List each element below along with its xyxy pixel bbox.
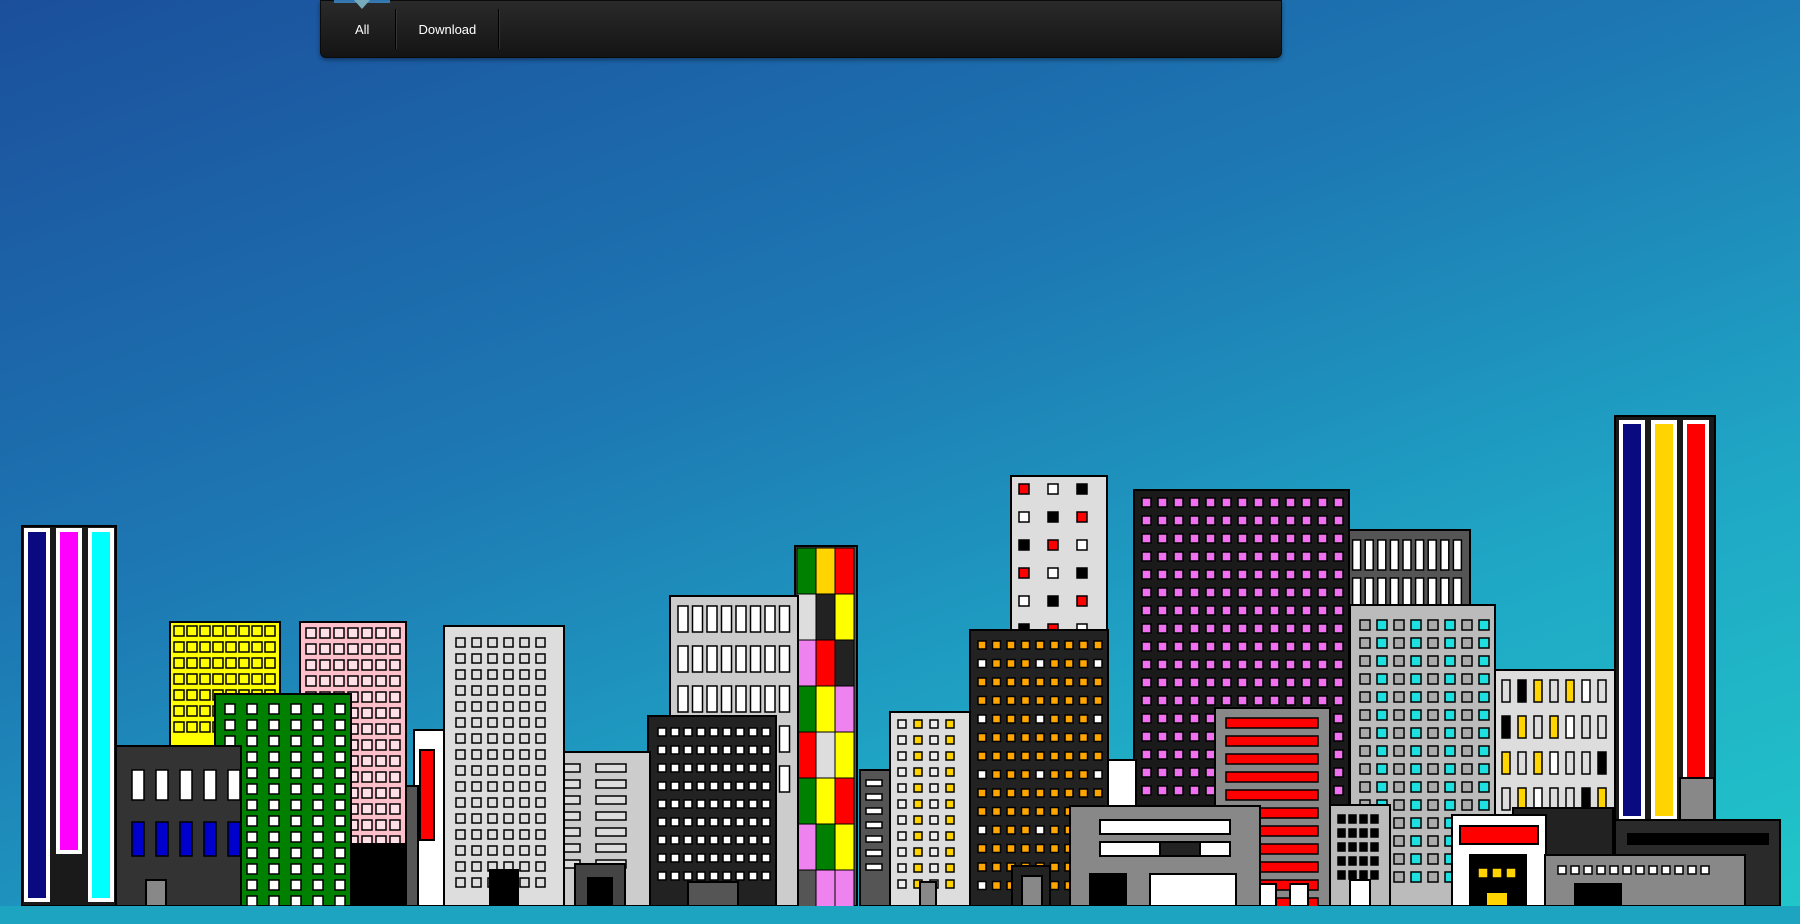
ground-strip xyxy=(0,906,1800,924)
city-skyline-illustration xyxy=(21,415,1781,917)
